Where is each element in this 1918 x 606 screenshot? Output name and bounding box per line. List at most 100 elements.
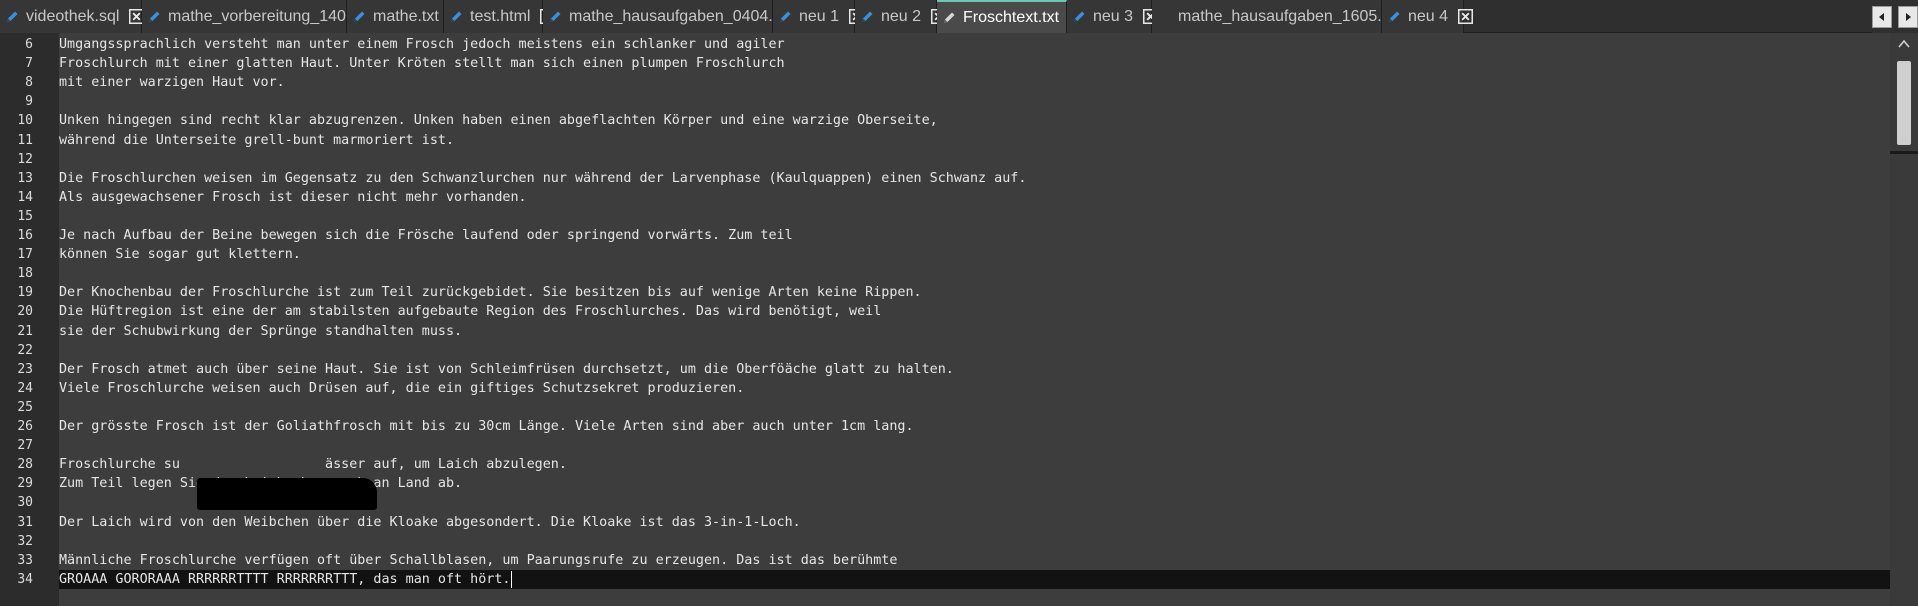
line-number: 31 <box>17 514 33 530</box>
line-number: 16 <box>17 228 33 243</box>
editor-line[interactable]: 19 Der Knochenbau der Froschlurche ist zu… <box>0 283 1890 302</box>
tab-10[interactable]: neu 4 <box>1382 0 1474 33</box>
line-text: Männliche Froschlurche verfügen oft über… <box>59 552 898 568</box>
tab-label: neu 3 <box>1093 7 1134 25</box>
editor-line[interactable]: 32 <box>0 532 1890 551</box>
editor-pane: 6 Umgangssprachlich versteht man unter ei… <box>0 33 1918 606</box>
line-number: 13 <box>17 170 33 186</box>
tab-label: neu 4 <box>1408 7 1449 25</box>
editor-line[interactable]: 13 Die Froschlurchen weisen im Gegensatz … <box>0 169 1890 188</box>
scrollbar-thumb[interactable] <box>1897 61 1911 145</box>
vertical-scrollbar[interactable] <box>1890 33 1918 606</box>
editor-line[interactable]: 34 GROAAA GORORAAA RRRRRRTTTT RRRRRRRTTT,… <box>17 569 1890 589</box>
tab-6[interactable]: neu 2 <box>855 0 947 33</box>
tab-scroll-right-button[interactable] <box>1898 5 1918 28</box>
pencil-icon <box>941 10 957 26</box>
line-text: können Sie sogar gut klettern. <box>59 247 301 263</box>
tab-label: neu 2 <box>881 7 922 25</box>
line-number: 32 <box>17 533 33 549</box>
line-number: 17 <box>17 247 33 263</box>
line-text: mit einer warzigen Haut vor. <box>59 75 285 91</box>
editor-line[interactable]: 11 während die Unterseite grell-bunt marm… <box>0 131 1890 150</box>
line-number: 22 <box>17 342 33 358</box>
line-number: 34 <box>17 571 33 587</box>
tab-bar: videothek.sql mathe_vorbereitung_1401.txt… <box>0 0 1918 33</box>
editor-line[interactable]: 33 Männliche Froschlurche verfügen oft üb… <box>0 551 1890 570</box>
editor-line[interactable]: 10 Unken hingegen sind recht klar abzugre… <box>0 111 1890 130</box>
tab-3[interactable]: test.html <box>444 0 556 33</box>
tab-label: mathe_hausaufgaben_1605.txt <box>1178 7 1399 25</box>
tab-label: videothek.sql <box>26 7 120 25</box>
editor-line[interactable]: 25 <box>0 398 1890 417</box>
editor-line[interactable]: 27 <box>0 436 1890 455</box>
line-number: 18 <box>17 266 33 282</box>
tab-scroll-controls <box>1872 0 1918 33</box>
line-text: Die Hüftregion ist eine der am stabilste… <box>59 304 882 320</box>
editor-line[interactable]: 9 <box>0 92 1890 111</box>
editor-line[interactable]: 16 Je nach Aufbau der Beine bewegen sich … <box>0 226 1890 245</box>
editor-line[interactable]: 8 mit einer warzigen Haut vor. <box>0 73 1890 92</box>
line-number: 30 <box>17 495 33 511</box>
line-text: Umgangssprachlich versteht man unter ein… <box>59 37 785 52</box>
editor-line[interactable]: 21 sie der Schubwirkung der Sprünge stand… <box>0 322 1890 341</box>
close-icon[interactable] <box>1458 9 1474 24</box>
line-text: während die Unterseite grell-bunt marmor… <box>59 132 455 148</box>
tab-9[interactable]: mathe_hausaufgaben_1605.txt <box>1152 0 1424 33</box>
line-number: 8 <box>25 75 33 91</box>
editor-line[interactable]: 22 <box>0 341 1890 360</box>
line-number: 27 <box>17 438 33 454</box>
line-text: Als ausgewachsener Frosch ist dieser nic… <box>59 189 527 205</box>
tab-5[interactable]: neu 1 <box>773 0 865 33</box>
line-text: Froschlurche su ässer auf, um Laich abzu… <box>59 457 567 473</box>
editor-line[interactable]: 15 <box>0 207 1890 226</box>
pencil-icon <box>448 9 464 25</box>
editor-line[interactable]: 31 Der Laich wird von den Weibchen über d… <box>0 513 1890 532</box>
line-number: 21 <box>17 323 33 339</box>
tab-0[interactable]: videothek.sql <box>0 0 145 33</box>
scroll-up-arrow-icon[interactable] <box>1896 37 1912 51</box>
tab-2[interactable]: mathe.txt <box>347 0 464 33</box>
triangle-left-icon <box>1879 12 1884 21</box>
redaction-block <box>197 478 377 510</box>
tab-list: videothek.sql mathe_vorbereitung_1401.txt… <box>0 0 1474 33</box>
tab-4[interactable]: mathe_hausaufgaben_0404.txt <box>543 0 815 33</box>
editor-line[interactable]: 28 Froschlurche su ässer auf, um Laich ab… <box>0 455 1890 474</box>
line-text: Unken hingegen sind recht klar abzugrenz… <box>59 113 938 129</box>
text-editor-window: videothek.sql mathe_vorbereitung_1401.txt… <box>0 0 1918 606</box>
pencil-icon <box>1386 9 1402 25</box>
editor-line[interactable]: 12 <box>0 150 1890 169</box>
tab-scroll-left-button[interactable] <box>1872 5 1892 28</box>
tab-label: Froschtext.txt <box>963 8 1060 26</box>
line-text: Der Laich wird von den Weibchen über die… <box>59 514 801 530</box>
editor-line[interactable]: 6 Umgangssprachlich versteht man unter ei… <box>0 35 1890 54</box>
editor-line[interactable]: 18 <box>0 264 1890 283</box>
line-number: 28 <box>17 457 33 473</box>
editor-line[interactable]: 23 Der Frosch atmet auch über seine Haut.… <box>0 360 1890 379</box>
editor-line[interactable]: 17 können Sie sogar gut klettern. <box>0 245 1890 264</box>
editor-line[interactable]: 14 Als ausgewachsener Frosch ist dieser n… <box>0 188 1890 207</box>
line-number: 26 <box>17 419 33 434</box>
tab-8[interactable]: neu 3 <box>1067 0 1159 33</box>
editor-line[interactable]: 26 Der grösste Frosch ist der Goliathfros… <box>0 417 1890 436</box>
line-number: 14 <box>17 189 33 205</box>
line-number: 9 <box>25 94 33 110</box>
tab-label: mathe.txt <box>373 7 439 25</box>
line-number: 19 <box>17 285 33 301</box>
line-number: 11 <box>17 132 33 148</box>
tab-1[interactable]: mathe_vorbereitung_1401.txt <box>142 0 402 33</box>
line-number: 12 <box>17 151 33 167</box>
line-text: sie der Schubwirkung der Sprünge standha… <box>59 323 463 339</box>
line-number: 33 <box>17 552 33 568</box>
line-number: 25 <box>17 399 33 415</box>
line-number: 23 <box>17 361 33 377</box>
line-number: 6 <box>25 37 33 52</box>
pencil-icon <box>547 9 563 25</box>
line-text: Der Frosch atmet auch über seine Haut. S… <box>59 361 954 377</box>
editor-line[interactable]: 24 Viele Froschlurche weisen auch Drüsen … <box>0 379 1890 398</box>
tab-label: mathe_hausaufgaben_0404.txt <box>569 7 790 25</box>
line-number: 29 <box>17 476 33 492</box>
tab-7[interactable]: Froschtext.txt <box>937 0 1085 33</box>
editor-line[interactable]: 20 Die Hüftregion ist eine der am stabils… <box>0 302 1890 321</box>
editor-line[interactable]: 7 Froschlurch mit einer glatten Haut. Unt… <box>0 54 1890 73</box>
line-number: 10 <box>17 113 33 129</box>
